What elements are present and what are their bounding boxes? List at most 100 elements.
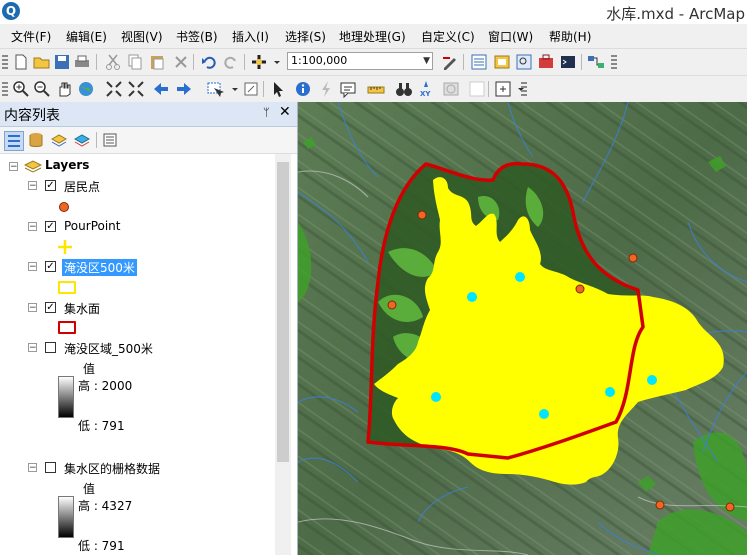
list-by-selection-icon[interactable] [73,131,91,149]
layer-name-catchment[interactable]: 集水面 [64,300,100,317]
scrollbar-thumb[interactable] [277,162,289,462]
list-by-visibility-icon[interactable] [50,131,68,149]
editor-toolbar-icon[interactable] [441,53,459,71]
copy-icon[interactable] [126,53,144,71]
layer-visibility-checkbox[interactable]: ✓ [45,302,56,313]
undo-icon[interactable] [200,53,218,71]
collapse-toggle[interactable]: − [28,303,37,313]
options-icon[interactable] [101,131,119,149]
collapse-toggle[interactable]: − [28,222,37,232]
fixed-zoom-in-icon[interactable] [105,80,123,98]
pin-icon[interactable]: ᛘ [263,106,270,119]
time-slider-icon[interactable] [442,80,460,98]
toolbar-grip[interactable] [2,82,8,96]
collapse-toggle[interactable]: − [28,463,37,473]
full-extent-globe-icon[interactable] [77,80,95,98]
forward-arrow-icon[interactable] [175,80,193,98]
clear-selection-icon[interactable] [242,80,260,98]
list-by-source-icon[interactable] [27,131,45,149]
yellow-outline-symbol[interactable] [58,281,76,294]
open-folder-icon[interactable] [33,53,51,71]
collapse-toggle[interactable]: − [28,343,37,353]
menu-insert[interactable]: 插入(I) [232,28,269,45]
new-document-icon[interactable] [12,53,30,71]
menu-help[interactable]: 帮助(H) [549,28,591,45]
separator [263,81,264,97]
arctoolbox-icon[interactable] [537,53,555,71]
layer-visibility-checkbox[interactable] [45,462,56,473]
cut-icon[interactable] [104,53,122,71]
map-view[interactable] [298,102,747,555]
layer-visibility-checkbox[interactable]: ✓ [45,261,56,272]
menu-edit[interactable]: 编辑(E) [66,28,107,45]
layer-name-catchment-raster[interactable]: 集水区的栅格数据 [64,460,160,477]
html-popup-icon[interactable] [339,80,357,98]
menu-view[interactable]: 视图(V) [121,28,163,45]
toc-toolbar [0,127,297,154]
toolbar-grip[interactable] [2,55,8,69]
select-features-icon[interactable] [206,80,224,98]
close-icon[interactable]: ✕ [279,104,291,120]
chevron-down-icon[interactable] [268,53,280,71]
redo-icon[interactable] [222,53,240,71]
select-elements-arrow-icon[interactable] [269,80,287,98]
add-data-icon[interactable] [250,53,268,71]
list-by-drawing-order-icon[interactable] [4,131,24,151]
yellow-cross-symbol[interactable] [57,239,73,255]
toc-scrollbar[interactable] [275,154,291,555]
model-builder-icon[interactable] [587,53,605,71]
layer-name-pourpoint[interactable]: PourPoint [64,219,120,233]
menu-bookmarks[interactable]: 书签(B) [176,28,218,45]
zoom-in-icon[interactable] [12,80,30,98]
magnifier-window-icon[interactable] [494,80,512,98]
grayscale-ramp-symbol[interactable] [58,496,74,538]
hyperlink-lightning-icon[interactable] [317,80,335,98]
save-icon[interactable] [53,53,71,71]
pan-hand-icon[interactable] [55,80,73,98]
red-outline-symbol[interactable] [58,321,76,334]
layer-name-flood-raster[interactable]: 淹没区域_500米 [64,340,153,357]
chevron-down-icon[interactable]: ▼ [423,53,430,69]
collapse-toggle[interactable]: − [28,181,37,191]
zoom-out-icon[interactable] [33,80,51,98]
scale-value[interactable]: 1:100,000 [291,54,347,67]
menu-customize[interactable]: 自定义(C) [421,28,475,45]
map-canvas[interactable] [298,102,747,555]
orange-point-symbol[interactable] [58,201,70,213]
layer-visibility-checkbox[interactable] [45,342,56,353]
paste-icon[interactable] [148,53,166,71]
layer-visibility-checkbox[interactable]: ✓ [45,221,56,232]
catalog-icon[interactable] [493,53,511,71]
chevron-down-icon[interactable] [226,80,238,98]
delete-icon[interactable] [172,53,190,71]
grayscale-ramp-symbol[interactable] [58,376,74,418]
search-window-icon[interactable] [515,53,533,71]
collapse-toggle[interactable]: − [28,262,37,272]
map-scale-input[interactable]: 1:100,000 ▼ [287,52,433,70]
layer-name-settlements[interactable]: 居民点 [64,178,100,195]
measure-ruler-icon[interactable] [367,80,385,98]
collapse-toggle[interactable]: − [9,162,18,172]
go-to-xy-icon[interactable]: XY [417,80,435,98]
print-icon[interactable] [73,53,91,71]
find-binoculars-icon[interactable] [395,80,413,98]
menu-bar: 文件(F) 编辑(E) 视图(V) 书签(B) 插入(I) 选择(S) 地理处理… [0,24,747,46]
arcmap-app-icon[interactable]: Q [2,2,20,20]
python-window-icon[interactable] [559,53,577,71]
layer-visibility-checkbox[interactable]: ✓ [45,180,56,191]
identify-icon[interactable] [294,80,312,98]
menu-geoprocessing[interactable]: 地理处理(G) [339,28,406,45]
fixed-zoom-out-icon[interactable] [127,80,145,98]
toolbar-grip[interactable] [521,82,527,96]
menu-selection[interactable]: 选择(S) [285,28,326,45]
layers-stack-icon [24,157,42,175]
back-arrow-icon[interactable] [152,80,170,98]
layer-name-flood-area-selected[interactable]: 淹没区500米 [62,259,137,276]
create-viewer-window-icon[interactable] [468,80,486,98]
data-frame-label[interactable]: Layers [45,158,89,172]
table-of-contents-icon[interactable] [470,53,488,71]
menu-file[interactable]: 文件(F) [11,28,51,45]
toc-title: 内容列表 [4,108,60,124]
menu-windows[interactable]: 窗口(W) [488,28,533,45]
toolbar-grip[interactable] [611,55,617,69]
